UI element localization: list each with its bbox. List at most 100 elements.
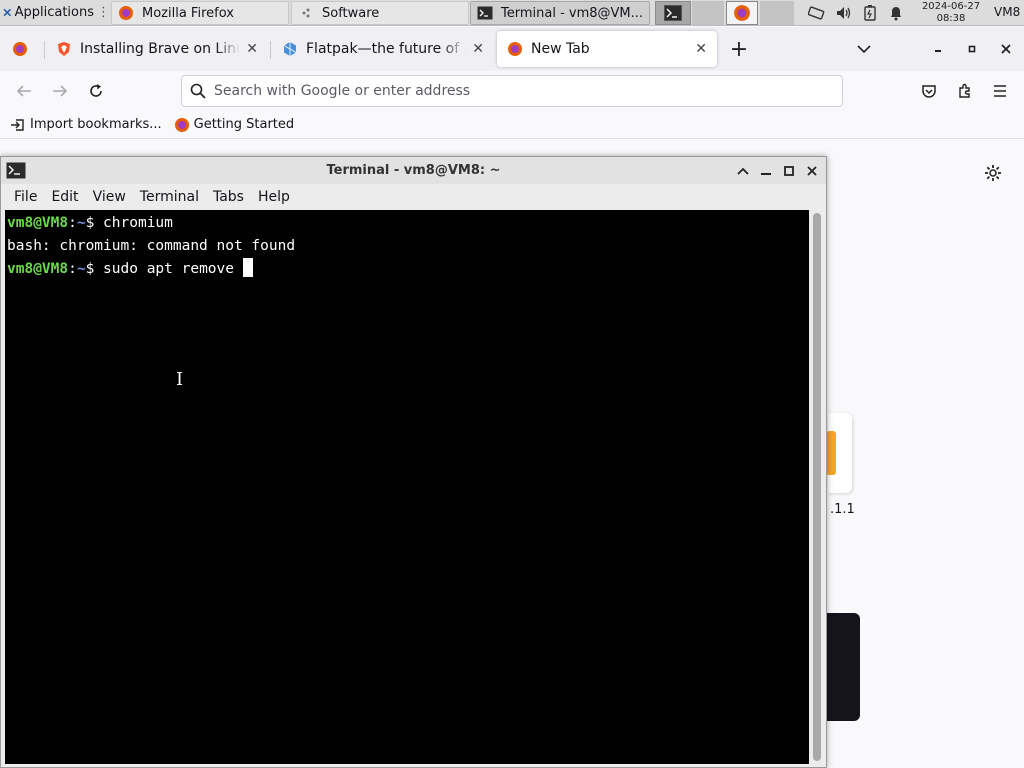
maximize-icon <box>968 45 976 53</box>
firefox-launcher[interactable] <box>726 1 758 25</box>
workspace-1[interactable] <box>692 1 724 25</box>
clock-time: 08:38 <box>936 13 966 24</box>
tab-close-button[interactable]: ✕ <box>472 41 484 57</box>
menu-tabs[interactable]: Tabs <box>206 189 251 205</box>
pocket-icon <box>922 85 936 98</box>
prompt-dollar: $ <box>85 261 104 277</box>
workspace-2[interactable] <box>760 1 794 25</box>
tab-close-button[interactable]: ✕ <box>695 41 707 57</box>
shade-button[interactable] <box>735 163 751 179</box>
minimize-window-button[interactable] <box>928 39 948 59</box>
menu-edit[interactable]: Edit <box>44 189 85 205</box>
url-input[interactable] <box>214 83 814 99</box>
close-window-button[interactable] <box>996 39 1016 59</box>
minimize-button[interactable] <box>758 163 774 179</box>
clock-date: 2024-06-27 <box>921 1 981 12</box>
gear-icon[interactable] <box>984 164 1002 182</box>
volume-icon[interactable] <box>835 4 853 22</box>
bookmark-label: Import bookmarks... <box>30 117 162 132</box>
tab-separator <box>44 41 45 59</box>
task-firefox[interactable]: Mozilla Firefox <box>111 1 289 25</box>
bell-icon[interactable] <box>887 4 905 22</box>
task-label: Mozilla Firefox <box>142 5 234 21</box>
import-icon <box>11 118 24 131</box>
prompt-user: vm8@VM8 <box>7 215 69 231</box>
terminal-scrollbar[interactable] <box>809 210 826 764</box>
maximize-button[interactable] <box>781 163 797 179</box>
clock[interactable]: 2024-06-27 08:38 <box>913 1 989 25</box>
task-label: Terminal - vm8@VM... <box>501 5 644 21</box>
task-label: Software <box>322 5 380 21</box>
software-icon <box>302 8 310 18</box>
reload-button[interactable] <box>86 81 106 101</box>
minimize-icon <box>761 173 771 175</box>
terminal-line: vm8@VM8:~$ sudo apt remove <box>7 258 809 281</box>
maximize-window-button[interactable] <box>962 39 982 59</box>
chevron-up-icon <box>737 167 749 175</box>
pocket-button[interactable] <box>919 81 939 101</box>
menu-view[interactable]: View <box>86 189 133 205</box>
tab-new-tab[interactable]: New Tab ✕ <box>497 31 717 67</box>
firefox-view-button[interactable] <box>10 39 30 59</box>
applications-menu[interactable]: Applications ⋮ <box>0 0 110 26</box>
reload-icon <box>90 84 102 97</box>
tab-title: New Tab <box>531 41 590 57</box>
bookmark-label: Getting Started <box>193 117 295 132</box>
bookmark-getting-started[interactable]: Getting Started <box>174 117 295 133</box>
new-tab-button[interactable]: + <box>729 37 749 62</box>
network-icon[interactable] <box>808 4 826 22</box>
maximize-icon <box>784 166 794 176</box>
terminal-titlebar[interactable]: Terminal - vm8@VM8: ~ <box>1 157 826 184</box>
prompt-separator: : <box>68 261 77 277</box>
tab-title: Installing Brave on Linux <box>80 41 241 57</box>
close-button[interactable] <box>804 163 820 179</box>
menu-dots: ⋮ <box>97 5 110 20</box>
top-panel: Applications ⋮ Mozilla Firefox Software … <box>0 0 1024 26</box>
terminal-launcher[interactable] <box>655 1 691 25</box>
task-software[interactable]: Software <box>291 1 469 25</box>
user-label[interactable]: VM8 <box>994 5 1020 19</box>
applications-label: Applications <box>14 5 94 20</box>
back-button[interactable] <box>14 81 34 101</box>
terminal-output[interactable]: vm8@VM8:~$ chromium bash: chromium: comm… <box>5 210 809 764</box>
url-bar[interactable] <box>181 75 843 107</box>
hamburger-menu-icon <box>994 85 1006 97</box>
menu-help[interactable]: Help <box>251 189 297 205</box>
extensions-button[interactable] <box>955 81 975 101</box>
app-menu-button[interactable] <box>990 81 1010 101</box>
dark-card[interactable] <box>826 613 860 721</box>
terminal-title: Terminal - vm8@VM8: ~ <box>326 163 501 178</box>
terminal-line: vm8@VM8:~$ chromium <box>7 212 809 235</box>
flatpak-icon <box>283 42 297 56</box>
prompt-path: ~ <box>76 215 86 231</box>
shortcut-accent <box>826 431 836 475</box>
prompt-path: ~ <box>76 261 86 277</box>
list-all-tabs-button[interactable] <box>854 39 874 59</box>
firefox-icon <box>734 5 750 21</box>
task-terminal[interactable]: Terminal - vm8@VM... <box>470 1 650 25</box>
menu-terminal[interactable]: Terminal <box>133 189 206 205</box>
tab-title: Flatpak—the future of application distri… <box>306 41 466 57</box>
command-text: sudo apt remove <box>103 261 243 277</box>
prompt-dollar: $ <box>85 215 104 231</box>
tab-flatpak[interactable]: Flatpak—the future of application distri… <box>272 31 494 67</box>
brave-icon <box>58 42 70 56</box>
firefox-tabstrip: Installing Brave on Linux ✕ Flatpak—the … <box>0 27 1024 71</box>
extensions-icon <box>959 83 970 98</box>
back-icon <box>16 85 31 97</box>
firefox-icon <box>508 42 522 56</box>
tab-brave[interactable]: Installing Brave on Linux ✕ <box>46 31 268 67</box>
output-text: bash: chromium: command not found <box>7 238 296 254</box>
tab-close-button[interactable]: ✕ <box>246 41 258 57</box>
terminal-line: bash: chromium: command not found <box>7 235 809 258</box>
battery-icon[interactable] <box>861 4 879 22</box>
bookmark-import[interactable]: Import bookmarks... <box>10 117 162 133</box>
prompt-user: vm8@VM8 <box>7 261 69 277</box>
scrollbar-thumb[interactable] <box>813 213 821 761</box>
firefox-navbar <box>0 71 1024 111</box>
chevron-down-icon <box>857 45 871 54</box>
firefox-icon <box>13 42 27 56</box>
menu-file[interactable]: File <box>7 189 44 205</box>
prompt-separator: : <box>68 215 77 231</box>
forward-button[interactable] <box>50 81 70 101</box>
